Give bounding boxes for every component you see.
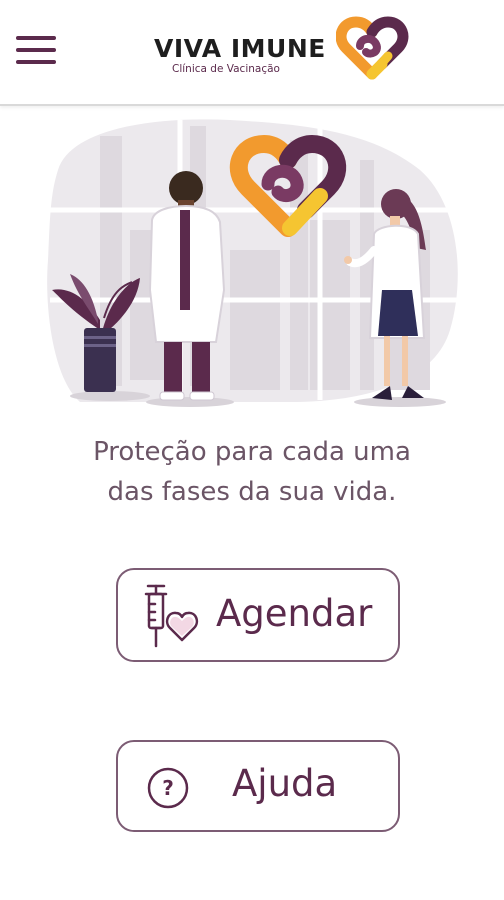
svg-text:?: ? [162,776,174,800]
syringe-heart-icon [144,584,199,648]
brand-name: VIVA IMUNE [154,34,326,63]
hero-illustration [47,119,460,407]
schedule-button[interactable]: Agendar [116,568,400,662]
brand-subtitle: Clínica de Vacinação [172,63,280,75]
brand-logo[interactable]: VIVA IMUNE Clínica de Vacinação [150,16,410,86]
app-header: VIVA IMUNE Clínica de Vacinação [0,0,504,106]
help-button-label: Ajuda [232,762,338,805]
tagline: Proteção para cada uma das fases da sua … [0,432,504,512]
menu-button[interactable] [16,36,56,64]
tagline-line-1: Proteção para cada uma [93,437,411,467]
tagline-line-2: das fases da sua vida. [107,477,397,507]
heart-logo-icon [336,16,409,80]
hamburger-bar [16,60,56,64]
schedule-button-label: Agendar [216,592,373,635]
question-circle-icon: ? [147,767,189,809]
hamburger-menu-icon [16,36,56,40]
help-button[interactable]: ? Ajuda [116,740,400,832]
hamburger-bar [16,48,56,52]
